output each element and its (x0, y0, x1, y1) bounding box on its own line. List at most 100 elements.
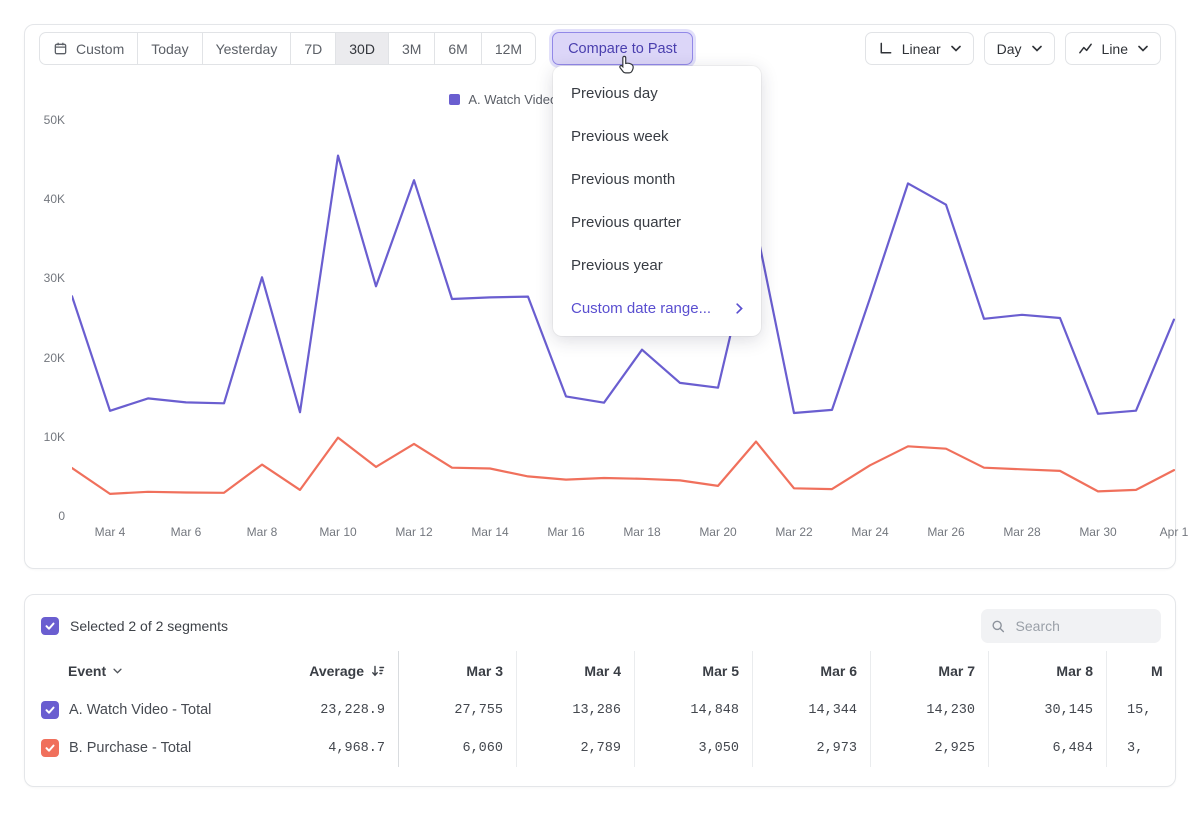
x-axis-tick: Mar 24 (835, 525, 905, 539)
chart-type-label: Line (1102, 41, 1128, 57)
custom-date-button[interactable]: Custom (40, 33, 137, 64)
value-cell: 30,145 (989, 691, 1107, 729)
column-header-date: Mar 7 (871, 651, 989, 691)
preset-12m[interactable]: 12M (481, 33, 535, 64)
row-label: A. Watch Video - Total (69, 702, 211, 718)
chevron-down-icon (951, 45, 961, 52)
value-cell: 6,484 (989, 729, 1107, 767)
value-cell: 27,755 (399, 691, 517, 729)
chevron-right-icon (736, 303, 743, 314)
y-axis-tick: 40K (29, 192, 65, 206)
axis-icon (878, 41, 893, 56)
y-axis-tick: 50K (29, 113, 65, 127)
x-axis-tick: Mar 26 (911, 525, 981, 539)
value-cell: 15, (1107, 691, 1176, 729)
table-row: A. Watch Video - Total 23,228.927,75513,2… (25, 691, 1175, 729)
preset-7d[interactable]: 7D (290, 33, 335, 64)
preset-3m[interactable]: 3M (388, 33, 434, 64)
scale-dropdown-button[interactable]: Linear (865, 32, 974, 65)
column-header-date: Mar 8 (989, 651, 1107, 691)
x-axis-tick: Apr 1 (1139, 525, 1200, 539)
table-row: B. Purchase - Total 4,968.76,0602,7893,05… (25, 729, 1175, 767)
value-cell: 14,344 (753, 691, 871, 729)
menu-item-custom-date-range[interactable]: Custom date range... (553, 287, 761, 330)
custom-date-range-label: Custom date range... (571, 300, 711, 317)
x-axis-tick: Mar 16 (531, 525, 601, 539)
value-cell: 14,230 (871, 691, 989, 729)
x-axis-tick: Mar 22 (759, 525, 829, 539)
row-checkbox[interactable] (41, 739, 59, 757)
row-label: B. Purchase - Total (69, 740, 191, 756)
scale-label: Linear (902, 41, 941, 57)
x-axis-tick: Mar 20 (683, 525, 753, 539)
check-icon (44, 620, 56, 632)
event-cell: B. Purchase - Total (25, 739, 269, 757)
interval-label: Day (997, 41, 1022, 57)
table-header-row: Event Average Mar 3Mar 4Mar 5Mar 6Mar 7M… (25, 651, 1175, 691)
column-header-date: Mar 5 (635, 651, 753, 691)
search-input[interactable] (1014, 617, 1151, 635)
x-axis-tick: Mar 28 (987, 525, 1057, 539)
search-box (981, 609, 1161, 643)
selected-count-text: Selected 2 of 2 segments (70, 618, 228, 634)
x-axis-tick: Mar 6 (151, 525, 221, 539)
menu-item-previous-day[interactable]: Previous day (553, 72, 761, 115)
chart-type-dropdown-button[interactable]: Line (1065, 32, 1161, 65)
x-axis-tick: Mar 30 (1063, 525, 1133, 539)
event-header-label: Event (68, 663, 106, 679)
chart-card: Custom TodayYesterday7D30D3M6M12M Compar… (24, 24, 1176, 569)
search-icon (991, 618, 1006, 635)
average-column-header[interactable]: Average (269, 651, 399, 691)
x-axis-tick: Mar 18 (607, 525, 677, 539)
column-header-date: Mar 6 (753, 651, 871, 691)
preset-30d[interactable]: 30D (335, 33, 388, 64)
compare-to-past-button[interactable]: Compare to Past (552, 32, 693, 65)
column-header-date: Mar 4 (517, 651, 635, 691)
date-preset-group: Custom TodayYesterday7D30D3M6M12M (39, 32, 536, 65)
menu-item-previous-quarter[interactable]: Previous quarter (553, 201, 761, 244)
chevron-down-icon (1138, 45, 1148, 52)
y-axis-tick: 10K (29, 430, 65, 444)
table-topbar: Selected 2 of 2 segments (25, 595, 1175, 651)
x-axis-tick: Mar 10 (303, 525, 373, 539)
check-icon (44, 704, 56, 716)
event-cell: A. Watch Video - Total (25, 701, 269, 719)
y-axis-tick: 0 (29, 509, 65, 523)
preset-yesterday[interactable]: Yesterday (202, 33, 291, 64)
column-header-date: M (1107, 651, 1176, 691)
row-checkbox[interactable] (41, 701, 59, 719)
chart-display-controls: Linear Day Line (865, 32, 1161, 65)
menu-item-previous-month[interactable]: Previous month (553, 158, 761, 201)
x-axis-tick: Mar 14 (455, 525, 525, 539)
calendar-icon (53, 41, 68, 56)
select-all-checkbox[interactable] (41, 617, 59, 635)
series-line (72, 438, 1174, 494)
segments-table-card: Selected 2 of 2 segments Event Average M… (24, 594, 1176, 787)
average-cell: 4,968.7 (269, 729, 399, 767)
line-chart-icon (1078, 41, 1093, 56)
value-cell: 3, (1107, 729, 1176, 767)
value-cell: 2,789 (517, 729, 635, 767)
compare-menu: Previous dayPrevious weekPrevious monthP… (553, 66, 761, 336)
value-cell: 3,050 (635, 729, 753, 767)
x-axis-tick: Mar 4 (75, 525, 145, 539)
value-cell: 6,060 (399, 729, 517, 767)
legend-swatch-icon (449, 94, 460, 105)
custom-date-label: Custom (76, 41, 124, 57)
value-cell: 13,286 (517, 691, 635, 729)
sort-descending-icon (371, 664, 385, 678)
value-cell: 14,848 (635, 691, 753, 729)
interval-dropdown-button[interactable]: Day (984, 32, 1055, 65)
x-axis-tick: Mar 8 (227, 525, 297, 539)
average-cell: 23,228.9 (269, 691, 399, 729)
menu-item-previous-year[interactable]: Previous year (553, 244, 761, 287)
preset-6m[interactable]: 6M (434, 33, 480, 64)
y-axis-tick: 30K (29, 271, 65, 285)
column-header-date: Mar 3 (399, 651, 517, 691)
event-column-header[interactable]: Event (25, 663, 269, 679)
check-icon (44, 742, 56, 754)
average-header-label: Average (309, 663, 364, 679)
menu-item-previous-week[interactable]: Previous week (553, 115, 761, 158)
preset-today[interactable]: Today (137, 33, 201, 64)
chart-toolbar: Custom TodayYesterday7D30D3M6M12M Compar… (25, 25, 1175, 65)
